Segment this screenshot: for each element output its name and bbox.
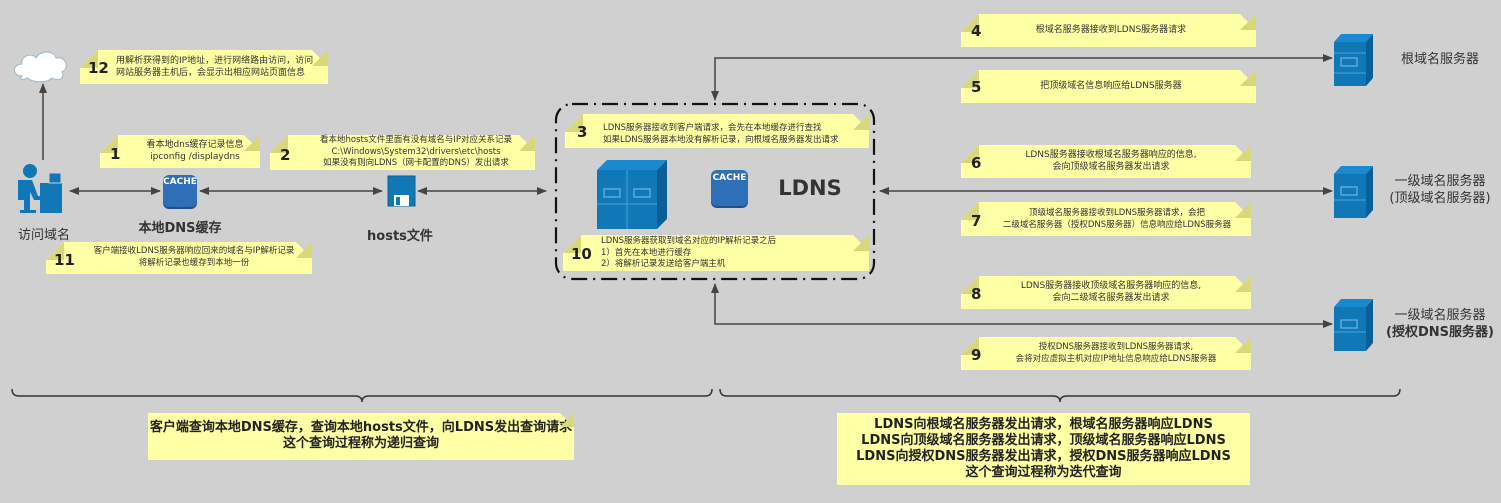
summary-recursive: 客户端查询本地DNS缓存，查询本地hosts文件，向LDNS发出查询请求 这个查… bbox=[148, 413, 574, 460]
step-text: LDNS服务器获取到域名对应的IP解析记录之后 1）首先在本地进行缓存 2）将解… bbox=[601, 236, 776, 271]
ldns-cache-icon: CACHE bbox=[711, 170, 748, 206]
step-number: 1 bbox=[110, 145, 121, 163]
step-text-line: 看本地hosts文件里面有没有域名与IP对应关系记录 bbox=[320, 135, 512, 145]
summary-line: 这个查询过程称为递归查询 bbox=[282, 436, 439, 451]
step-text-line: 1）首先在本地进行缓存 bbox=[601, 247, 692, 258]
step-text-line: 会将对应虚拟主机对应IP地址信息响应给LDNS服务器 bbox=[1015, 354, 1217, 364]
local-cache-label: 本地DNS缓存 bbox=[138, 221, 222, 236]
server-icon bbox=[1334, 299, 1373, 351]
tld-server-label-line1: 一级域名服务器 bbox=[1394, 174, 1486, 189]
step-number: 3 bbox=[577, 123, 588, 141]
step-number: 8 bbox=[971, 285, 982, 303]
user-at-computer-icon bbox=[18, 164, 62, 213]
step-text-line: 把顶级域名信息响应给LDNS服务器 bbox=[1040, 81, 1182, 91]
step-text-line: 授权DNS服务器接收到LDNS服务器请求, bbox=[1038, 342, 1194, 352]
step-text: 看本地dns缓存记录信息 ipconfig /displaydns bbox=[135, 139, 255, 163]
step-text: 根域名服务器接收到LDNS服务器请求 bbox=[991, 24, 1231, 36]
step-text: LDNS服务器接收根域名服务器响应的信息, 会向顶级域名服务器发出请求 bbox=[991, 149, 1231, 173]
step-text-line: 将解析记录也缓存到本地一份 bbox=[138, 258, 250, 268]
summary-iterative: LDNS向根域名服务器发出请求，根域名服务器响应LDNS LDNS向顶级域名服务… bbox=[837, 413, 1250, 485]
step-text: LDNS服务器接收到客户端请求，会先在本地缓存进行查找 如果LDNS服务器本地没… bbox=[603, 123, 839, 146]
step-text-line: C:\Windows\System32\drivers\etc\hosts bbox=[331, 146, 501, 157]
step-text-line: 二级域名服务器（授权DNS服务器）信息响应给LDNS服务器 bbox=[1002, 220, 1232, 230]
step-number: 12 bbox=[88, 59, 109, 77]
local-cache-icon: CACHE bbox=[163, 175, 197, 207]
step-note-6: 6 LDNS服务器接收根域名服务器响应的信息, 会向顶级域名服务器发出请求 bbox=[961, 145, 1251, 178]
step-note-5: 5 把顶级域名信息响应给LDNS服务器 bbox=[961, 70, 1256, 103]
client-label: 访问域名 bbox=[17, 228, 70, 243]
step-number: 2 bbox=[280, 146, 291, 164]
step-text-line: 会向二级域名服务器发出请求 bbox=[1052, 293, 1170, 303]
step-text-line: 用解析获得到的IP地址，进行网络路由访问，访问 bbox=[116, 56, 314, 66]
cloud-icon bbox=[14, 51, 67, 83]
step-text-line: 如果LDNS服务器本地没有解析记录，向根域名服务器发出请求 bbox=[603, 134, 839, 145]
step-number: 9 bbox=[971, 346, 982, 364]
step-note-11: 11 客户端接收LDNS服务器响应回来的域名与IP解析记录 将解析记录也缓存到本… bbox=[46, 242, 312, 274]
step-text-line: ipconfig /displaydns bbox=[150, 152, 240, 162]
cache-badge: CACHE bbox=[163, 177, 197, 187]
summary-line: LDNS向根域名服务器发出请求，根域名服务器响应LDNS bbox=[874, 417, 1213, 432]
floppy-disk-icon bbox=[387, 175, 416, 207]
step-text: 授权DNS服务器接收到LDNS服务器请求, 会将对应虚拟主机对应IP地址信息响应… bbox=[991, 341, 1241, 365]
step-note-10: 10 LDNS服务器获取到域名对应的IP解析记录之后 1）首先在本地进行缓存 2… bbox=[563, 235, 869, 271]
step-text: 看本地hosts文件里面有没有域名与IP对应关系记录 C:\Windows\Sy… bbox=[302, 135, 530, 170]
step-note-4: 4 根域名服务器接收到LDNS服务器请求 bbox=[961, 14, 1256, 47]
step-note-1: 1 看本地dns缓存记录信息 ipconfig /displaydns bbox=[100, 135, 260, 168]
brace-recursive bbox=[11, 388, 713, 403]
summary-line: LDNS向授权DNS服务器发出请求，授权DNS服务器响应LDNS bbox=[856, 449, 1231, 464]
server-icon bbox=[1334, 166, 1373, 218]
ldns-label: LDNS bbox=[778, 176, 842, 200]
step-text: 客户端接收LDNS服务器响应回来的域名与IP解析记录 将解析记录也缓存到本地一份 bbox=[80, 245, 308, 269]
cache-badge: CACHE bbox=[712, 173, 747, 183]
auth-server-label-line1: 一级域名服务器 bbox=[1394, 308, 1486, 323]
step-text-line: 客户端接收LDNS服务器响应回来的域名与IP解析记录 bbox=[93, 246, 295, 256]
step-text: 用解析获得到的IP地址，进行网络路由访问，访问 网站服务器主机后，会显示出相应网… bbox=[116, 55, 313, 79]
auth-server-label-line2: (授权DNS服务器) bbox=[1386, 325, 1494, 340]
server-rack-icon bbox=[597, 160, 667, 229]
step-text: LDNS服务器接收顶级域名服务器响应的信息, 会向二级域名服务器发出请求 bbox=[991, 280, 1231, 304]
tld-server-label-line2: (顶级域名服务器) bbox=[1389, 191, 1491, 206]
summary-line: 客户端查询本地DNS缓存，查询本地hosts文件，向LDNS发出查询请求 bbox=[149, 420, 573, 435]
step-number: 10 bbox=[571, 245, 592, 263]
auth-server-label: 一级域名服务器 (授权DNS服务器) bbox=[1385, 307, 1495, 341]
step-number: 4 bbox=[971, 22, 982, 40]
step-note-3: 3 LDNS服务器接收到客户端请求，会先在本地缓存进行查找 如果LDNS服务器本… bbox=[565, 114, 869, 148]
tld-server-label: 一级域名服务器 (顶级域名服务器) bbox=[1385, 173, 1495, 207]
step-number: 6 bbox=[971, 154, 982, 172]
step-number: 5 bbox=[971, 78, 982, 96]
step-number: 11 bbox=[54, 251, 75, 269]
root-server-label: 根域名服务器 bbox=[1400, 52, 1479, 67]
hosts-file-label: hosts文件 bbox=[367, 229, 433, 244]
step-text: 把顶级域名信息响应给LDNS服务器 bbox=[991, 80, 1231, 92]
brace-iterative bbox=[719, 388, 1401, 403]
step-note-8: 8 LDNS服务器接收顶级域名服务器响应的信息, 会向二级域名服务器发出请求 bbox=[961, 276, 1251, 309]
step-text: 顶级域名服务器接收到LDNS服务器请求，会把 二级域名服务器（授权DNS服务器）… bbox=[987, 207, 1247, 231]
step-text-line: 会向顶级域名服务器发出请求 bbox=[1052, 162, 1170, 172]
step-note-7: 7 顶级域名服务器接收到LDNS服务器请求，会把 二级域名服务器（授权DNS服务… bbox=[961, 202, 1251, 236]
step-note-2: 2 看本地hosts文件里面有没有域名与IP对应关系记录 C:\Windows\… bbox=[270, 135, 535, 170]
step-text-line: LDNS服务器获取到域名对应的IP解析记录之后 bbox=[601, 236, 777, 246]
step-note-9: 9 授权DNS服务器接收到LDNS服务器请求, 会将对应虚拟主机对应IP地址信息… bbox=[961, 337, 1251, 370]
step-text-line: 如果没有则向LDNS（网卡配置的DNS）发出请求 bbox=[323, 158, 509, 168]
step-number: 7 bbox=[971, 212, 982, 230]
step-text-line: LDNS服务器接收到客户端请求，会先在本地缓存进行查找 bbox=[603, 123, 822, 133]
step-text-line: 看本地dns缓存记录信息 bbox=[146, 140, 244, 150]
server-icon bbox=[1334, 34, 1373, 86]
summary-line: 这个查询过程称为迭代查询 bbox=[965, 465, 1122, 480]
step-text-line: LDNS服务器接收根域名服务器响应的信息, bbox=[1025, 150, 1197, 160]
step-text-line: 根域名服务器接收到LDNS服务器请求 bbox=[1035, 25, 1187, 35]
step-note-12: 12 用解析获得到的IP地址，进行网络路由访问，访问 网站服务器主机后，会显示出… bbox=[80, 50, 328, 84]
summary-line: LDNS向顶级域名服务器发出请求，顶级域名服务器响应LDNS bbox=[861, 433, 1226, 448]
step-text-line: 2）将解析记录发送给客户端主机 bbox=[601, 259, 726, 269]
step-text-line: LDNS服务器接收顶级域名服务器响应的信息, bbox=[1020, 281, 1202, 291]
step-text-line: 网站服务器主机后，会显示出相应网站页面信息 bbox=[116, 68, 306, 78]
step-text-line: 顶级域名服务器接收到LDNS服务器请求，会把 bbox=[1028, 208, 1206, 218]
